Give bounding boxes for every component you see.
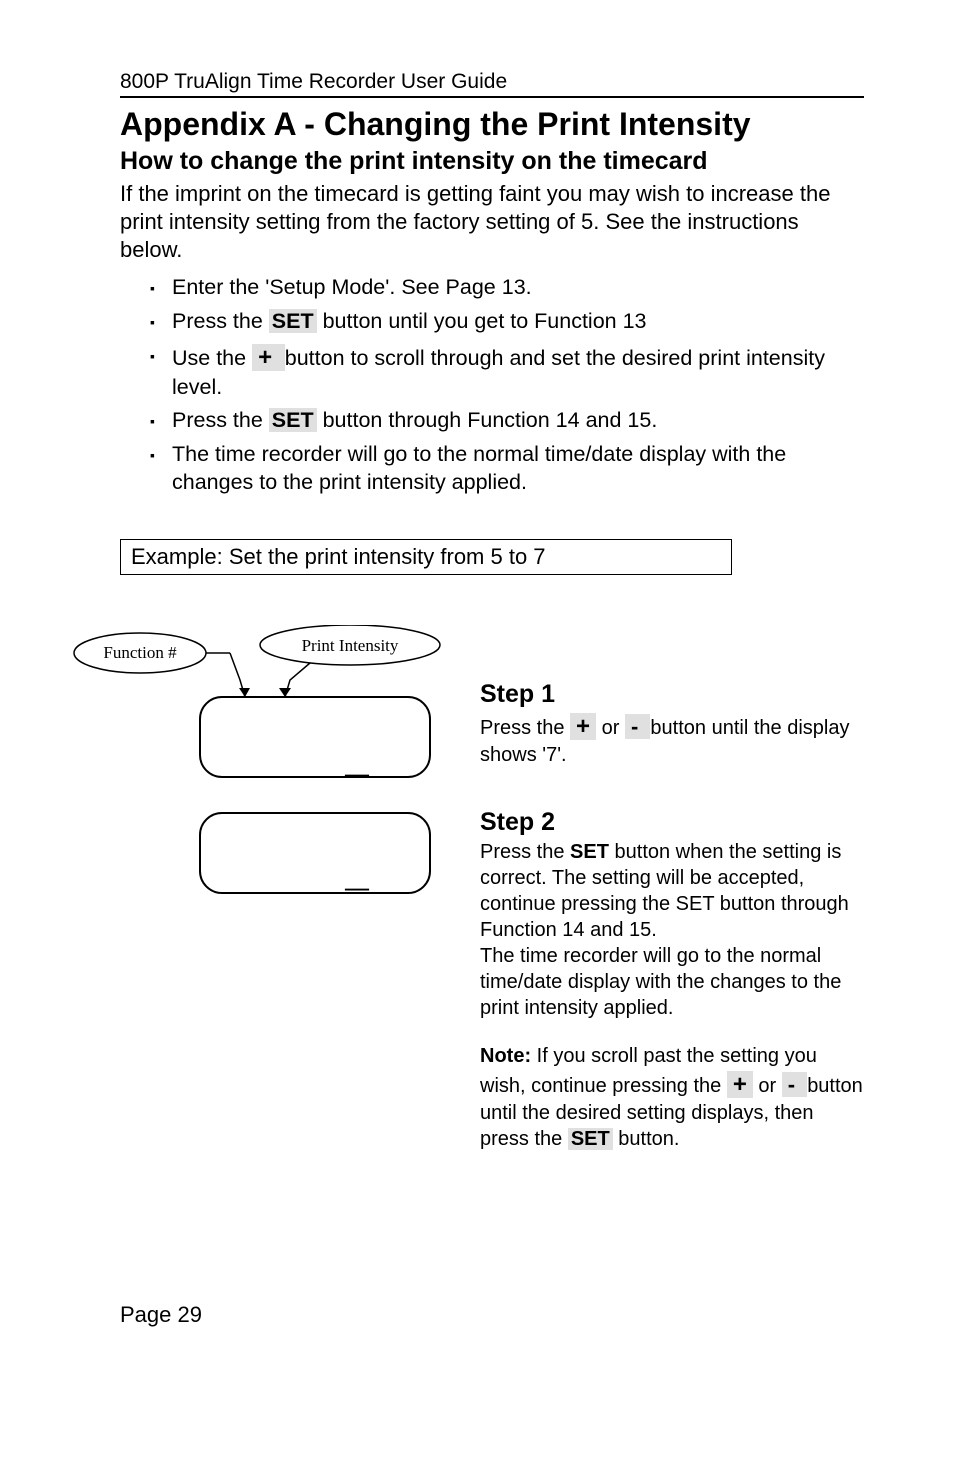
note-block: Note: If you scroll past the setting you…: [480, 1043, 864, 1152]
section-subtitle: How to change the print intensity on the…: [120, 147, 864, 176]
display-diagram-1: Function # Print Intensity _: [70, 625, 470, 785]
set-button-note: SET: [568, 1128, 613, 1150]
minus-button-note: -: [782, 1072, 807, 1097]
example-caption-box: Example: Set the print intensity from 5 …: [120, 539, 732, 575]
appendix-title: Appendix A - Changing the Print Intensit…: [120, 106, 864, 143]
plus-button-note: +: [727, 1071, 753, 1098]
set-button-inline-2: SET: [269, 408, 317, 432]
function-label: Function #: [103, 643, 177, 662]
intro-paragraph: If the imprint on the timecard is gettin…: [120, 180, 864, 264]
doc-header: 800P TruAlign Time Recorder User Guide: [120, 70, 864, 98]
step1-body: Press the + or - button until the displa…: [480, 711, 864, 768]
step2-body: Press the SET button when the setting is…: [480, 839, 864, 1021]
bullet-1: Enter the 'Setup Mode'. See Page 13.: [150, 274, 864, 302]
bullet-2-pre: Press the: [172, 309, 269, 333]
bullet-2-post: button until you get to Function 13: [317, 309, 647, 333]
minus-button-step1: -: [625, 714, 650, 739]
bullet-4: Press the SET button through Function 14…: [150, 407, 864, 435]
note-lead: Note:: [480, 1045, 531, 1067]
bullet-2: Press the SET button until you get to Fu…: [150, 308, 864, 336]
page-footer: Page 29: [120, 1302, 864, 1328]
bullet-3-pre: Use the: [172, 346, 252, 370]
step2-title: Step 2: [480, 808, 864, 837]
set-bold-step2: SET: [570, 841, 609, 863]
plus-button-inline: +: [252, 344, 285, 371]
underline-1: _: [344, 740, 370, 785]
display-diagram-2: _: [120, 808, 520, 908]
bullet-4-post: button through Function 14 and 15.: [317, 408, 658, 432]
plus-button-step1: +: [570, 713, 596, 740]
set-button-inline: SET: [269, 309, 317, 333]
bullet-3: Use the + button to scroll through and s…: [150, 342, 864, 401]
bullet-5: The time recorder will go to the normal …: [150, 441, 864, 497]
bullet-4-pre: Press the: [172, 408, 269, 432]
print-intensity-label: Print Intensity: [302, 636, 399, 655]
step1-title: Step 1: [480, 680, 864, 709]
underline-2: _: [344, 854, 370, 899]
